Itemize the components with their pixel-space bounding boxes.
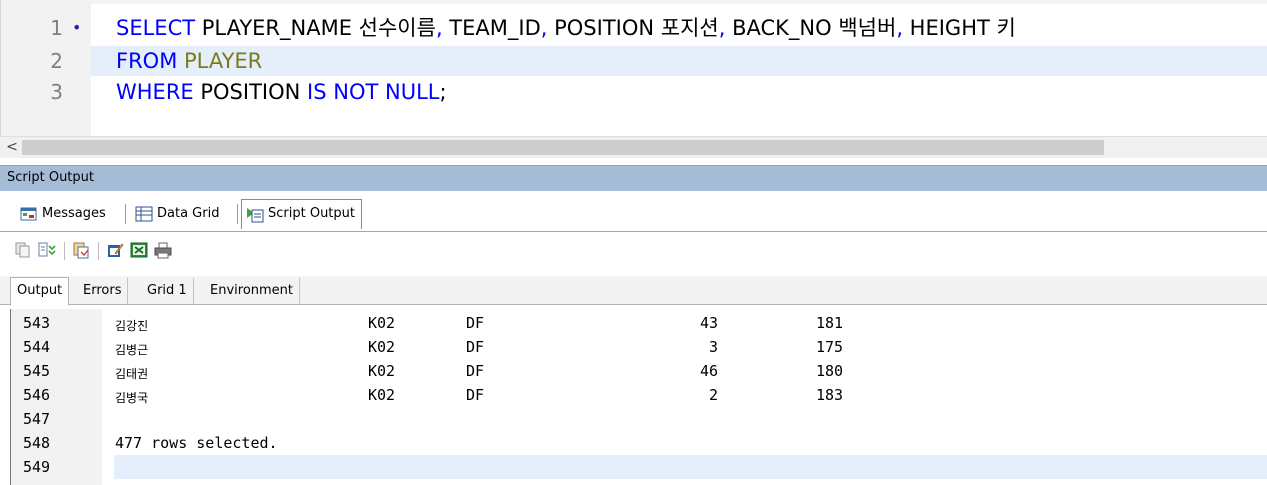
output-line-number: 549	[23, 458, 51, 476]
back-no: 46	[699, 362, 718, 380]
height: 181	[816, 314, 844, 332]
subtab-label: Messages	[42, 206, 106, 221]
subtab-label: Script Output	[268, 206, 355, 221]
output-line-number: 546	[23, 386, 51, 404]
result-tabs: Output Errors Grid 1 Environment	[0, 276, 1267, 306]
toolbar-divider	[98, 242, 99, 260]
excel-icon[interactable]	[130, 241, 148, 259]
comma: ,	[896, 16, 903, 40]
sql-editor[interactable]: 1 • 2 3 SELECT PLAYER_NAME 선수이름, TEAM_ID…	[0, 0, 1267, 136]
height: 175	[816, 338, 844, 356]
output-row: 544 김병근 K02 DF 3 175	[11, 335, 1267, 359]
rows-selected-message: 477 rows selected.	[115, 434, 278, 452]
script-output-icon	[246, 206, 264, 222]
subtab-data-grid[interactable]: Data Grid	[135, 202, 219, 226]
panel-title: Script Output	[7, 170, 94, 185]
output-row-current: 549	[11, 455, 1267, 479]
back-no: 2	[708, 386, 718, 404]
subtab-messages[interactable]: Messages	[20, 202, 106, 226]
output-row: 545 김태권 K02 DF 46 180	[11, 359, 1267, 383]
find-icon[interactable]	[38, 241, 56, 259]
print-icon[interactable]	[154, 241, 172, 259]
output-subtabs: Messages Data Grid Script Output	[0, 191, 1267, 232]
panel-title-bar: Script Output	[0, 165, 1267, 192]
keyword-null: NULL	[385, 80, 440, 104]
column-team-id: TEAM_ID	[442, 16, 541, 40]
column-height: HEIGHT 키	[903, 16, 1016, 40]
scroll-left-icon[interactable]: <	[4, 137, 20, 158]
tab-output[interactable]: Output	[10, 277, 70, 306]
keyword-is: IS	[307, 80, 327, 104]
semicolon: ;	[439, 80, 447, 104]
toolbar-divider	[64, 242, 65, 260]
team-id: K02	[368, 338, 396, 356]
team-id: K02	[368, 386, 396, 404]
position: DF	[466, 386, 485, 404]
code-line-2[interactable]: FROM PLAYER	[116, 46, 262, 76]
line-number: 3	[50, 80, 63, 104]
position: DF	[466, 314, 485, 332]
data-grid-icon	[135, 206, 153, 222]
keyword-where: WHERE	[116, 80, 194, 104]
team-id: K02	[368, 362, 396, 380]
keyword-not: NOT	[333, 80, 379, 104]
subtab-label: Data Grid	[157, 206, 220, 221]
line-number: 1	[50, 16, 63, 40]
output-toolbar	[0, 232, 1267, 270]
horizontal-scrollbar[interactable]: <	[0, 136, 1267, 158]
height: 180	[816, 362, 844, 380]
line-number: 2	[50, 49, 63, 73]
fold-marker-icon[interactable]: •	[72, 13, 81, 43]
column-position: POSITION 포지션	[547, 16, 719, 40]
back-no: 3	[708, 338, 718, 356]
position: DF	[466, 362, 485, 380]
team-id: K02	[368, 314, 396, 332]
current-line-highlight	[91, 46, 1267, 76]
output-line-number: 544	[23, 338, 51, 356]
comma: ,	[435, 16, 443, 40]
position: DF	[466, 338, 485, 356]
output-row: 548 477 rows selected.	[11, 431, 1267, 455]
output-row: 547	[11, 407, 1267, 431]
output-line-number: 545	[23, 362, 51, 380]
back-no: 43	[699, 314, 718, 332]
code-line-3[interactable]: WHERE POSITION IS NOT NULL;	[116, 77, 447, 107]
keyword-select: SELECT	[116, 16, 196, 40]
tab-grid-1[interactable]: Grid 1	[141, 278, 194, 304]
height: 183	[816, 386, 844, 404]
where-column: POSITION	[193, 80, 308, 104]
output-line-number: 547	[23, 410, 51, 428]
subtab-script-output[interactable]: Script Output	[241, 199, 362, 229]
tab-errors[interactable]: Errors	[77, 278, 129, 304]
divider	[125, 204, 126, 224]
paste-icon[interactable]	[72, 241, 90, 259]
column-back-no: BACK_NO 백넘버	[725, 16, 897, 40]
output-row: 543 김강진 K02 DF 43 181	[11, 311, 1267, 335]
table-name: PLAYER	[177, 49, 263, 73]
code-line-1[interactable]: SELECT PLAYER_NAME 선수이름, TEAM_ID, POSITI…	[116, 13, 1016, 43]
column-player-name: PLAYER_NAME 선수이름	[195, 16, 436, 40]
tab-environment[interactable]: Environment	[204, 278, 301, 304]
edit-icon[interactable]	[106, 241, 124, 259]
script-output-text[interactable]: 543 김강진 K02 DF 43 181 544 김병근 K02 DF 3 1…	[10, 309, 1267, 485]
copy-icon[interactable]	[14, 241, 32, 259]
output-line-number: 543	[23, 314, 51, 332]
editor-gutter: 1 • 2 3	[1, 0, 91, 136]
output-line-number: 548	[23, 434, 51, 452]
keyword-from: FROM	[116, 49, 178, 73]
scrollbar-thumb[interactable]	[22, 140, 1104, 155]
output-row: 546 김병국 K02 DF 2 183	[11, 383, 1267, 407]
current-line-highlight	[114, 455, 1267, 479]
divider	[237, 204, 238, 224]
editor-top-border	[1, 0, 1267, 4]
messages-icon	[20, 206, 38, 222]
